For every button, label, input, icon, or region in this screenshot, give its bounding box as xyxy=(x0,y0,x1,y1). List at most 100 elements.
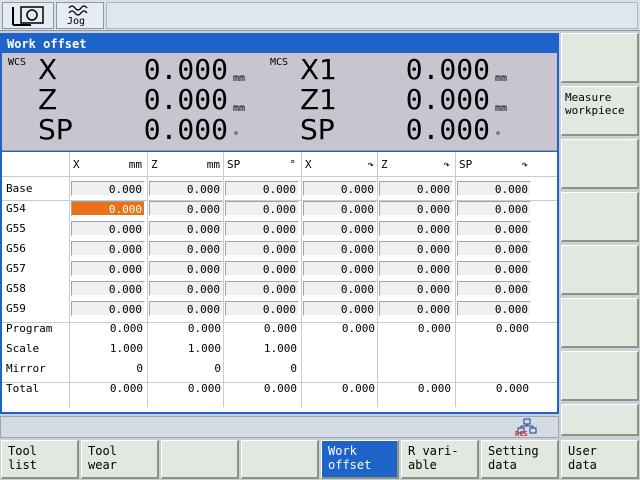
offset-input-cell[interactable]: 0.000 xyxy=(379,281,453,296)
offset-input-cell[interactable]: 0.000 xyxy=(71,281,145,296)
softkey-right-4[interactable] xyxy=(561,192,639,242)
offset-value-cell: 0 xyxy=(136,362,143,375)
softkey-right-5[interactable] xyxy=(561,245,639,295)
offset-input-cell[interactable]: 0.000 xyxy=(225,281,299,296)
column-header-axis: Z xyxy=(151,158,158,171)
offset-input-cell[interactable]: 0.000 xyxy=(225,301,299,316)
wcs-axis-z: Z xyxy=(38,83,58,116)
offset-input-cell[interactable]: 0.000 xyxy=(457,301,531,316)
offset-input-cell[interactable]: 0.000 xyxy=(71,221,145,236)
offset-input-cell[interactable]: 0.000 xyxy=(303,241,377,256)
offset-value-cell: 0.000 xyxy=(109,322,143,335)
offset-input-cell[interactable]: 0.000 xyxy=(379,241,453,256)
offset-value-cell: 0 xyxy=(290,362,297,375)
top-bar: Jog xyxy=(0,0,640,31)
mcs-axis-x1: X1 xyxy=(300,53,337,86)
offset-input-cell[interactable]: 0.000 xyxy=(457,221,531,236)
mcs-label: MCS xyxy=(270,57,289,68)
offset-input-cell[interactable]: 0.000 xyxy=(149,221,223,236)
offset-input-cell[interactable]: 0.000 xyxy=(225,201,299,216)
softkey-right-1[interactable] xyxy=(561,33,639,83)
offset-input-cell[interactable]: 0.000 xyxy=(379,201,453,216)
row-label-total: Total xyxy=(6,382,40,395)
row-separator xyxy=(2,176,557,177)
softkey-measure-workpiece[interactable]: Measure workpiece xyxy=(561,86,639,136)
rcs-label: RCS xyxy=(515,430,528,438)
jog-mode-button[interactable]: Jog xyxy=(56,2,104,29)
column-header-axis: SP xyxy=(227,158,241,171)
offset-input-cell[interactable]: 0.000 xyxy=(303,201,377,216)
offset-input-cell[interactable]: 0.000 xyxy=(149,281,223,296)
offset-input-cell[interactable]: 0.000 xyxy=(71,261,145,276)
mcs-value-sp: 0.000 xyxy=(405,113,490,146)
wcs-axes-icon xyxy=(12,6,44,26)
machine-mode-button[interactable] xyxy=(2,2,54,29)
offset-input-cell[interactable]: 0.000 xyxy=(149,181,223,196)
wcs-value-z: 0.000 xyxy=(143,83,228,116)
row-label-scale: Scale xyxy=(6,342,40,355)
softkey-bottom-3[interactable] xyxy=(161,440,239,479)
offset-input-cell[interactable]: 0.000 xyxy=(71,241,145,256)
top-info-field xyxy=(106,2,638,29)
offset-input-cell[interactable]: 0.000 xyxy=(303,281,377,296)
offset-input-cell[interactable]: 0.000 xyxy=(71,301,145,316)
offset-input-cell[interactable]: 0.000 xyxy=(379,301,453,316)
offset-input-cell[interactable]: 0.000 xyxy=(457,201,531,216)
softkey-work-offset[interactable]: Work offset xyxy=(321,440,399,479)
offset-input-cell[interactable]: 0.000 xyxy=(379,221,453,236)
offset-input-cell[interactable]: 0.000 xyxy=(379,261,453,276)
offset-value-cell: 0.000 xyxy=(495,382,529,395)
jog-label: Jog xyxy=(67,16,86,27)
softkey-right-8[interactable] xyxy=(561,404,639,436)
offset-input-cell[interactable]: 0.000 xyxy=(457,181,531,196)
row-label-g58: G58 xyxy=(6,282,26,295)
offset-input-cell[interactable]: 0.000 xyxy=(303,181,377,196)
softkey-bottom-4[interactable] xyxy=(241,440,319,479)
mcs-axis-z1: Z1 xyxy=(300,83,337,116)
softkey-tool-list[interactable]: Tool list xyxy=(1,440,79,479)
offset-input-cell[interactable]: 0.000 xyxy=(71,201,145,216)
offset-input-cell[interactable]: 0.000 xyxy=(379,181,453,196)
column-header-axis: SP xyxy=(459,158,473,171)
offset-input-cell[interactable]: 0.000 xyxy=(457,241,531,256)
softkey-user-data[interactable]: User data xyxy=(561,440,639,479)
column-header-unit: ↷ xyxy=(521,158,528,171)
softkey-right-3[interactable] xyxy=(561,139,639,189)
column-header-unit: ↷ xyxy=(443,158,450,171)
column-header-unit: mm xyxy=(206,158,220,171)
softkey-r-vari-able[interactable]: R vari- able xyxy=(401,440,479,479)
softkey-right-6[interactable] xyxy=(561,298,639,348)
offset-input-cell[interactable]: 0.000 xyxy=(225,241,299,256)
offset-input-cell[interactable]: 0.000 xyxy=(149,241,223,256)
column-header-unit: ° xyxy=(289,158,296,171)
offset-input-cell[interactable]: 0.000 xyxy=(303,221,377,236)
offset-value-cell: 0.000 xyxy=(187,382,221,395)
offset-input-cell[interactable]: 0.000 xyxy=(149,201,223,216)
offset-input-cell[interactable]: 0.000 xyxy=(225,261,299,276)
softkey-setting-data[interactable]: Setting data xyxy=(481,440,559,479)
offset-input-cell[interactable]: 0.000 xyxy=(303,301,377,316)
column-separator xyxy=(301,152,302,407)
column-separator xyxy=(377,152,378,407)
offset-input-cell[interactable]: 0.000 xyxy=(303,261,377,276)
offset-input-cell[interactable]: 0.000 xyxy=(457,261,531,276)
offset-input-cell[interactable]: 0.000 xyxy=(149,261,223,276)
softkey-right-7[interactable] xyxy=(561,351,639,401)
offset-input-cell[interactable]: 0.000 xyxy=(149,301,223,316)
offset-input-cell[interactable]: 0.000 xyxy=(225,181,299,196)
position-display: WCS X Z SP 0.000 0.000 0.000 mm mm ° MCS… xyxy=(2,53,557,151)
mcs-value-z1: 0.000 xyxy=(405,83,490,116)
offset-input-cell[interactable]: 0.000 xyxy=(457,281,531,296)
row-label-g57: G57 xyxy=(6,262,26,275)
wcs-unit-sp: ° xyxy=(233,131,240,142)
mcs-axis-sp: SP xyxy=(300,113,335,146)
offset-value-cell: 0.000 xyxy=(417,382,451,395)
offset-input-cell[interactable]: 0.000 xyxy=(71,181,145,196)
softkey-tool-wear[interactable]: Tool wear xyxy=(81,440,159,479)
column-header-unit: ↷ xyxy=(367,158,374,171)
offset-input-cell[interactable]: 0.000 xyxy=(225,221,299,236)
wcs-label: WCS xyxy=(8,57,27,68)
offset-value-cell: 0.000 xyxy=(263,382,297,395)
offset-value-cell: 0.000 xyxy=(495,322,529,335)
wcs-axis-x: X xyxy=(38,53,58,86)
